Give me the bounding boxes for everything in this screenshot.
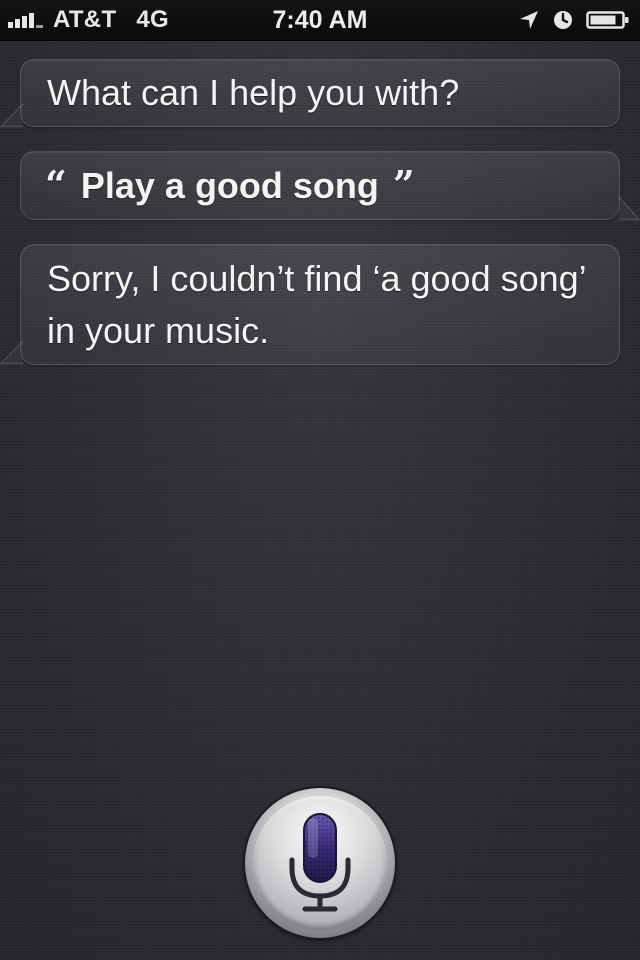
status-bar: AT&T 4G 7:40 AM (0, 0, 640, 41)
alarm-clock-icon (554, 11, 572, 29)
assistant-message-bubble: Sorry, I couldn’t find ‘a good song’ in … (0, 244, 620, 365)
open-quote-mark: “ (45, 162, 67, 207)
assistant-message-text: What can I help you with? (47, 72, 460, 113)
location-arrow-icon (520, 11, 538, 29)
microphone-icon (289, 813, 351, 912)
bubble-tail-left (0, 340, 24, 365)
battery-icon (586, 11, 629, 29)
assistant-message-text: Sorry, I couldn’t find ‘a good song’ in … (47, 258, 586, 351)
close-quote-mark: ” (392, 162, 415, 207)
user-message-text: Play a good song (80, 165, 379, 206)
microphone-button[interactable] (245, 788, 395, 938)
bubble-tail-left (0, 103, 24, 128)
bubble-tail-right (618, 196, 640, 221)
assistant-message-bubble: What can I help you with? (0, 59, 620, 128)
user-message-bubble[interactable]: “ Play a good song ” (20, 151, 640, 221)
status-right (506, 0, 630, 40)
